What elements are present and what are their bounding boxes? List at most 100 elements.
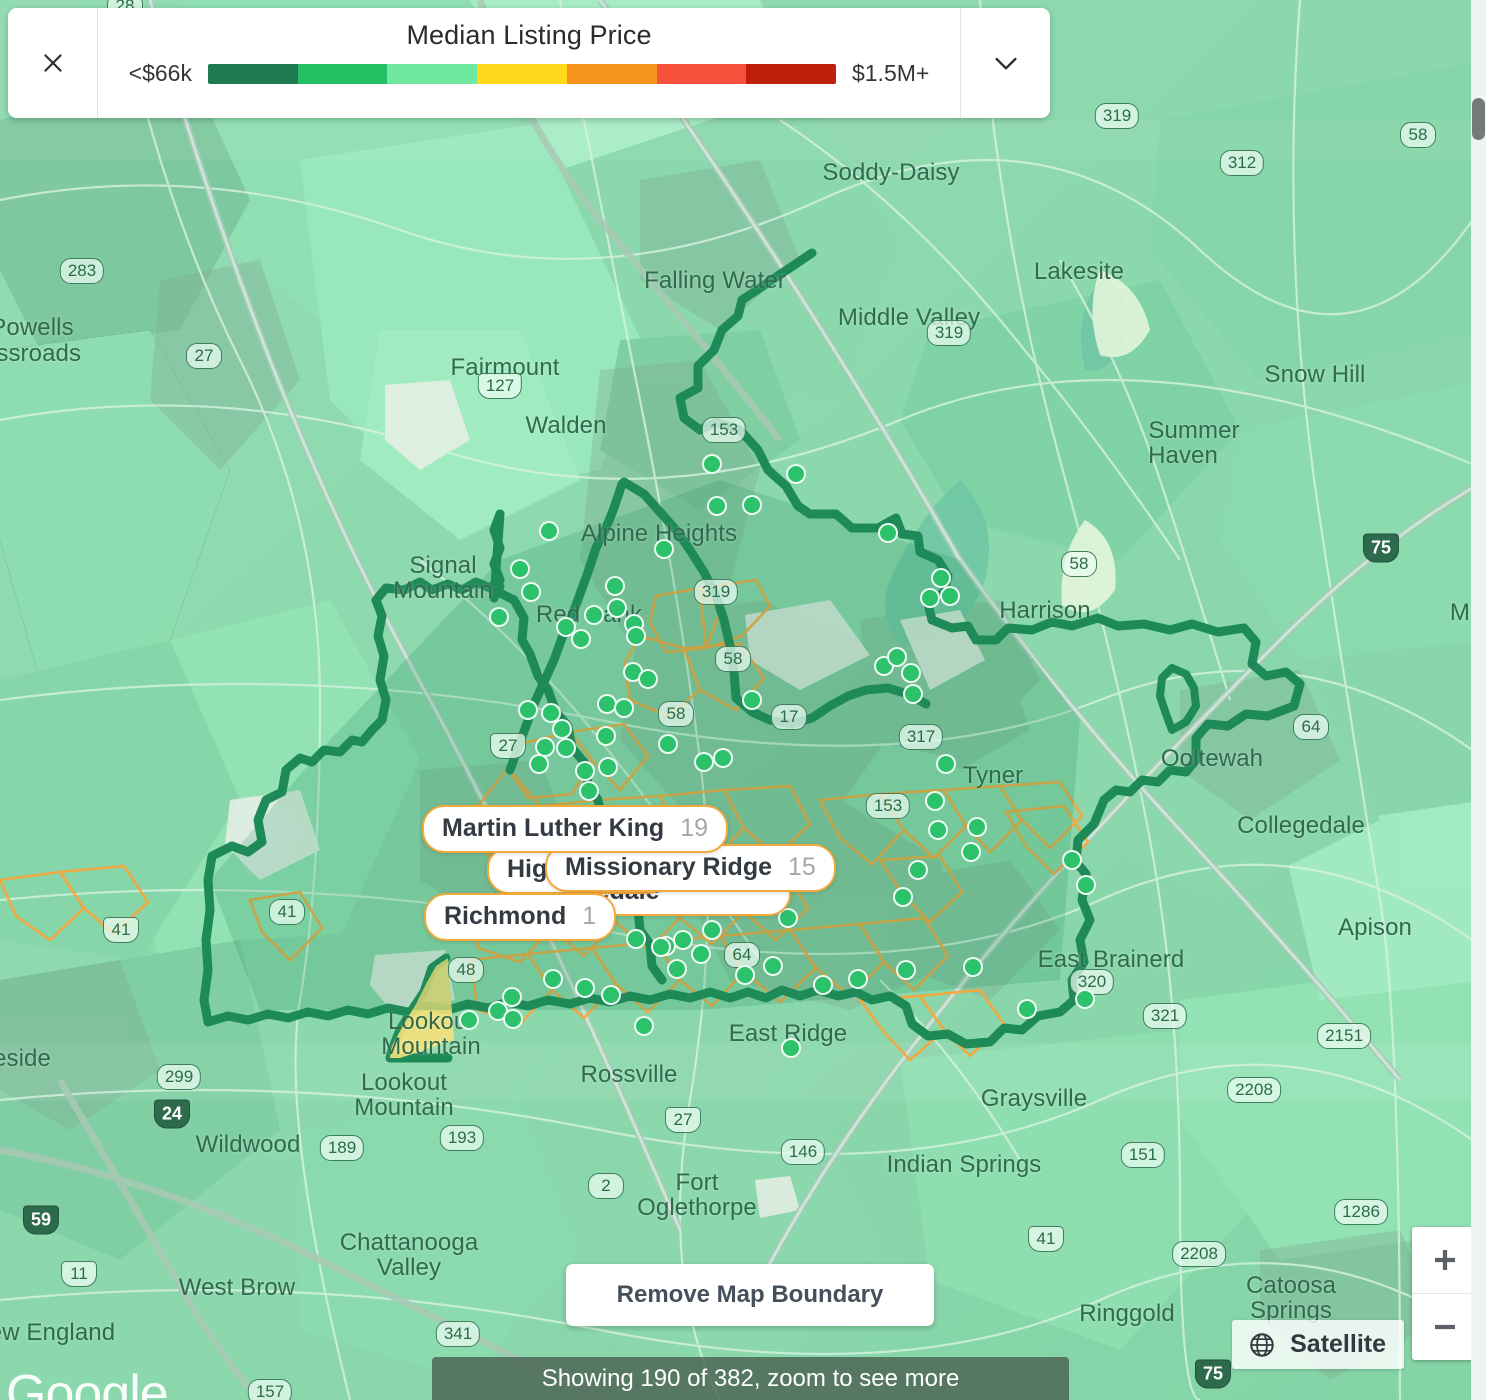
- neighborhood-label-richmond[interactable]: Richmond 1: [424, 893, 616, 941]
- listing-marker[interactable]: [634, 1016, 654, 1036]
- legend-min-label: <$66k: [129, 60, 192, 87]
- listing-marker[interactable]: [1017, 999, 1037, 1019]
- neighborhood-label-martin-luther-king[interactable]: Martin Luther King 19: [422, 805, 728, 853]
- listing-marker[interactable]: [596, 726, 616, 746]
- listing-marker[interactable]: [1075, 989, 1095, 1009]
- legend-color-swatch-5: [657, 64, 747, 84]
- highway-shield-127: 127: [478, 373, 522, 399]
- listing-marker[interactable]: [928, 820, 948, 840]
- listing-marker[interactable]: [459, 1010, 479, 1030]
- listing-marker[interactable]: [605, 576, 625, 596]
- listing-marker[interactable]: [543, 969, 563, 989]
- remove-map-boundary-button[interactable]: Remove Map Boundary: [566, 1264, 934, 1326]
- highway-shield-317: 317: [899, 724, 943, 750]
- listing-marker[interactable]: [489, 607, 509, 627]
- listing-marker[interactable]: [571, 629, 591, 649]
- listing-marker[interactable]: [931, 568, 951, 588]
- listing-marker[interactable]: [707, 496, 727, 516]
- listing-marker[interactable]: [539, 521, 559, 541]
- listing-marker[interactable]: [967, 817, 987, 837]
- listing-marker[interactable]: [713, 748, 733, 768]
- listing-marker[interactable]: [658, 734, 678, 754]
- listing-marker[interactable]: [920, 588, 940, 608]
- listing-marker[interactable]: [667, 959, 687, 979]
- highway-shield-41: 41: [103, 917, 139, 943]
- listing-marker[interactable]: [893, 887, 913, 907]
- legend-max-label: $1.5M+: [852, 60, 929, 87]
- listing-marker[interactable]: [691, 944, 711, 964]
- highway-shield-75: 75: [1363, 534, 1399, 563]
- listing-marker[interactable]: [529, 754, 549, 774]
- legend-expand-button[interactable]: [960, 8, 1050, 118]
- listing-marker[interactable]: [940, 586, 960, 606]
- listing-marker[interactable]: [607, 598, 627, 618]
- listing-marker[interactable]: [848, 969, 868, 989]
- legend-color-swatch-2: [387, 64, 477, 84]
- legend-color-swatch-3: [477, 64, 567, 84]
- highway-shield-58: 58: [1061, 551, 1097, 577]
- listing-marker[interactable]: [908, 860, 928, 880]
- neighborhood-name: Missionary Ridge: [565, 853, 772, 882]
- listing-marker[interactable]: [1076, 875, 1096, 895]
- listing-marker[interactable]: [896, 960, 916, 980]
- listing-marker[interactable]: [763, 956, 783, 976]
- satellite-toggle-button[interactable]: Satellite: [1232, 1320, 1404, 1369]
- zoom-out-button[interactable]: [1412, 1294, 1478, 1360]
- listing-marker[interactable]: [813, 975, 833, 995]
- listing-marker[interactable]: [626, 929, 646, 949]
- listing-marker[interactable]: [556, 738, 576, 758]
- highway-shield-151: 151: [1121, 1142, 1165, 1168]
- listing-marker[interactable]: [963, 957, 983, 977]
- listing-marker[interactable]: [638, 669, 658, 689]
- listing-marker[interactable]: [961, 842, 981, 862]
- highway-shield-64: 64: [724, 942, 760, 968]
- listing-marker[interactable]: [598, 757, 618, 777]
- listing-marker[interactable]: [694, 752, 714, 772]
- neighborhood-count: 15: [788, 853, 816, 882]
- listing-marker[interactable]: [903, 684, 923, 704]
- highway-shield-17: 17: [771, 704, 807, 730]
- listing-marker[interactable]: [742, 690, 762, 710]
- listing-marker[interactable]: [510, 559, 530, 579]
- listing-marker[interactable]: [702, 454, 722, 474]
- plus-icon: [1430, 1245, 1460, 1275]
- highway-shield-41: 41: [269, 899, 305, 925]
- highway-shield-341: 341: [436, 1321, 480, 1347]
- highway-shield-48: 48: [448, 957, 484, 983]
- listing-marker[interactable]: [654, 539, 674, 559]
- listing-marker[interactable]: [584, 605, 604, 625]
- listing-marker[interactable]: [735, 965, 755, 985]
- zoom-in-button[interactable]: [1412, 1227, 1478, 1294]
- listing-marker[interactable]: [786, 464, 806, 484]
- satellite-label: Satellite: [1290, 1330, 1386, 1359]
- listing-marker[interactable]: [651, 937, 671, 957]
- listing-marker[interactable]: [742, 495, 762, 515]
- listing-marker[interactable]: [518, 700, 538, 720]
- highway-shield-2: 2: [588, 1173, 624, 1199]
- listing-marker[interactable]: [614, 698, 634, 718]
- map-canvas[interactable]: Soddy-DaisyLakesiteFalling WaterMiddle V…: [0, 0, 1486, 1400]
- listing-marker[interactable]: [575, 761, 595, 781]
- page-scrollbar-track[interactable]: [1471, 0, 1486, 1400]
- listing-marker[interactable]: [579, 781, 599, 801]
- listing-marker[interactable]: [936, 754, 956, 774]
- highway-shield-58: 58: [1400, 122, 1436, 148]
- listing-marker[interactable]: [702, 920, 722, 940]
- page-scrollbar-thumb[interactable]: [1472, 98, 1485, 140]
- legend-close-button[interactable]: [8, 8, 98, 118]
- listing-marker[interactable]: [626, 626, 646, 646]
- listing-marker[interactable]: [575, 978, 595, 998]
- highway-shield-2208: 2208: [1172, 1241, 1226, 1267]
- listing-marker[interactable]: [1062, 850, 1082, 870]
- highway-shield-189: 189: [320, 1135, 364, 1161]
- listing-marker[interactable]: [601, 985, 621, 1005]
- listing-marker[interactable]: [925, 791, 945, 811]
- listing-marker[interactable]: [503, 1009, 523, 1029]
- listing-marker[interactable]: [878, 523, 898, 543]
- listing-marker[interactable]: [552, 719, 572, 739]
- chevron-down-icon: [990, 47, 1022, 79]
- listing-marker[interactable]: [521, 582, 541, 602]
- listing-marker[interactable]: [673, 930, 693, 950]
- listing-marker[interactable]: [901, 663, 921, 683]
- listing-marker[interactable]: [781, 1038, 801, 1058]
